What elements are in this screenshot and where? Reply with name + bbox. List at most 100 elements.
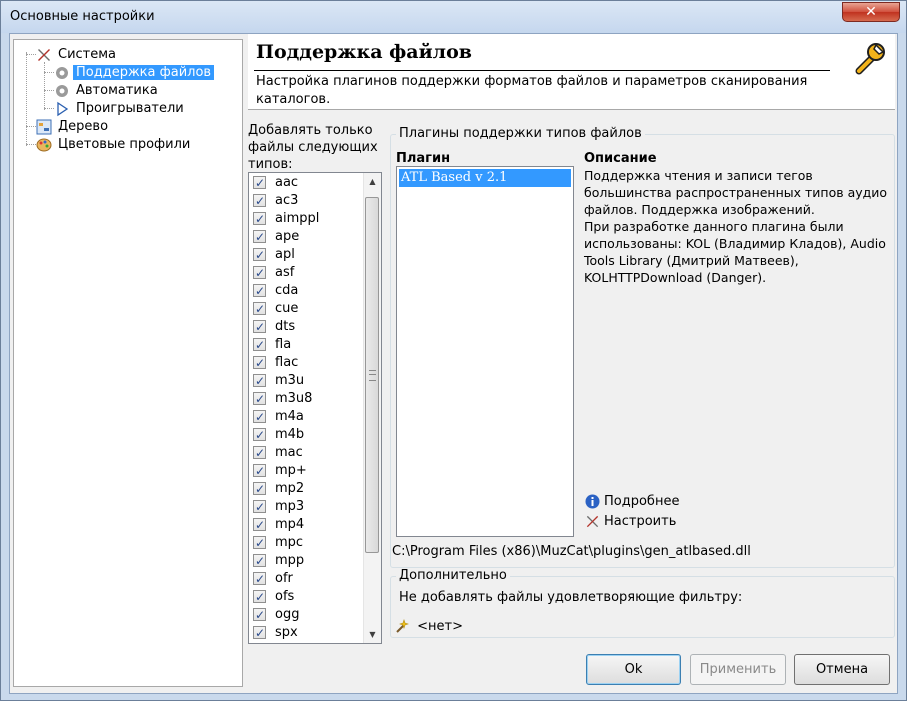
- extension-checkbox[interactable]: [253, 210, 266, 228]
- tree-connector: [26, 126, 36, 127]
- extension-checkbox[interactable]: [253, 300, 266, 318]
- scroll-down-icon[interactable]: ▼: [364, 626, 381, 643]
- filter-value[interactable]: <нет>: [393, 618, 463, 634]
- extension-checkbox[interactable]: [253, 444, 266, 462]
- header-divider: [254, 70, 830, 71]
- tree-item-file-support[interactable]: Поддержка файлов: [54, 64, 215, 81]
- extension-label: m4a: [275, 409, 304, 424]
- extension-label: cue: [275, 301, 299, 316]
- extension-row[interactable]: ofs: [253, 588, 294, 606]
- extension-checkbox[interactable]: [253, 570, 266, 588]
- tree-item-color-profiles[interactable]: Цветовые профили: [36, 136, 193, 153]
- title-bar[interactable]: Основные настройки ✕: [1, 1, 906, 33]
- extension-label: apl: [275, 247, 295, 262]
- extension-checkbox[interactable]: [253, 462, 266, 480]
- extension-checkbox[interactable]: [253, 318, 266, 336]
- tree-connector: [44, 108, 54, 109]
- extension-label: mp3: [275, 499, 305, 514]
- extension-label: mp2: [275, 481, 305, 496]
- apply-button[interactable]: Применить: [690, 654, 786, 685]
- tree-connector: [26, 144, 36, 145]
- extension-row[interactable]: ogg: [253, 606, 299, 624]
- configure-link[interactable]: Настроить: [585, 513, 676, 531]
- more-link[interactable]: Подробнее: [585, 493, 679, 511]
- extension-checkbox[interactable]: [253, 588, 266, 606]
- extension-row[interactable]: fla: [253, 336, 291, 354]
- extension-checkbox[interactable]: [253, 354, 266, 372]
- tree-item-automation[interactable]: Автоматика: [54, 82, 161, 99]
- extension-label: aac: [275, 175, 299, 190]
- extension-row[interactable]: mpp: [253, 552, 304, 570]
- extra-group-label: Дополнительно: [396, 568, 510, 583]
- extension-row[interactable]: cda: [253, 282, 298, 300]
- tools-icon: [585, 514, 600, 529]
- extension-row[interactable]: ape: [253, 228, 299, 246]
- extension-row[interactable]: m3u8: [253, 390, 312, 408]
- plugins-group-label: Плагины поддержки типов файлов: [396, 126, 645, 141]
- extension-label: mpc: [275, 535, 304, 550]
- cancel-button[interactable]: Отмена: [794, 654, 890, 685]
- scroll-thumb[interactable]: [365, 197, 379, 553]
- ok-button[interactable]: Ok: [586, 654, 681, 685]
- extension-checkbox[interactable]: [253, 426, 266, 444]
- extension-label: ac3: [275, 193, 299, 208]
- extension-checkbox[interactable]: [253, 534, 266, 552]
- extension-checkbox[interactable]: [253, 606, 266, 624]
- description-line: большинства распространенных типов аудио: [584, 185, 888, 200]
- tree-item-tree[interactable]: Дерево: [36, 118, 111, 135]
- description-line: Tools Library (Дмитрий Матвеев),: [584, 253, 799, 268]
- window-title: Основные настройки: [10, 9, 155, 24]
- scroll-up-icon[interactable]: ▲: [364, 173, 381, 190]
- magic-wand-icon: [393, 618, 409, 634]
- extension-checkbox[interactable]: [253, 624, 266, 642]
- page-description: Настройка плагинов поддержки форматов фа…: [256, 74, 808, 107]
- extension-checkbox[interactable]: [253, 336, 266, 354]
- extension-row[interactable]: apl: [253, 246, 295, 264]
- extension-checkbox[interactable]: [253, 192, 266, 210]
- description-line: KOLHTTPDownload (Danger).: [584, 270, 767, 285]
- description-line: При разработке данного плагина были: [584, 219, 844, 234]
- extension-checkbox[interactable]: [253, 372, 266, 390]
- extension-row[interactable]: mp4: [253, 516, 304, 534]
- plugins-list[interactable]: ATL Based v 2.1: [396, 166, 574, 537]
- extension-row[interactable]: m4a: [253, 408, 304, 426]
- extension-checkbox[interactable]: [253, 516, 266, 534]
- tree-item-players[interactable]: Проигрыватели: [54, 100, 187, 117]
- close-button[interactable]: ✕: [842, 2, 900, 22]
- extension-row[interactable]: cue: [253, 300, 298, 318]
- description-line: использованы: KOL (Владимир Кладов), Aud…: [584, 236, 886, 251]
- extension-checkbox[interactable]: [253, 228, 266, 246]
- extension-row[interactable]: aimppl: [253, 210, 319, 228]
- extensions-scrollbar[interactable]: ▲ ▼: [363, 173, 381, 643]
- extension-row[interactable]: ofr: [253, 570, 293, 588]
- extension-row[interactable]: mpc: [253, 534, 303, 552]
- extension-checkbox[interactable]: [253, 552, 266, 570]
- extension-checkbox[interactable]: [253, 264, 266, 282]
- extension-checkbox[interactable]: [253, 246, 266, 264]
- extension-row[interactable]: mp2: [253, 480, 304, 498]
- tools-icon: [36, 47, 52, 63]
- gear-icon: [54, 83, 70, 99]
- tree-item-system[interactable]: Система: [36, 46, 119, 63]
- extension-checkbox[interactable]: [253, 408, 266, 426]
- extension-row[interactable]: m4b: [253, 426, 304, 444]
- extension-row[interactable]: spx: [253, 624, 298, 642]
- extension-row[interactable]: mac: [253, 444, 303, 462]
- extension-row[interactable]: dts: [253, 318, 295, 336]
- extension-row[interactable]: ac3: [253, 192, 298, 210]
- extension-checkbox[interactable]: [253, 282, 266, 300]
- grip-icon: [369, 370, 376, 381]
- extension-row[interactable]: aac: [253, 174, 298, 192]
- settings-tree[interactable]: Система Поддержка файлов Автоматика Прои…: [13, 39, 243, 687]
- extensions-list[interactable]: aac ac3 aimppl ape apl asf cda cue dts fla flac m3u…: [248, 172, 382, 644]
- extension-row[interactable]: mp+: [253, 462, 307, 480]
- extension-row[interactable]: mp3: [253, 498, 304, 516]
- extension-row[interactable]: flac: [253, 354, 298, 372]
- extension-row[interactable]: asf: [253, 264, 294, 282]
- extension-row[interactable]: m3u: [253, 372, 304, 390]
- extension-checkbox[interactable]: [253, 174, 266, 192]
- extension-checkbox[interactable]: [253, 480, 266, 498]
- plugin-item-atl[interactable]: ATL Based v 2.1: [399, 169, 571, 187]
- extension-checkbox[interactable]: [253, 390, 266, 408]
- extension-checkbox[interactable]: [253, 498, 266, 516]
